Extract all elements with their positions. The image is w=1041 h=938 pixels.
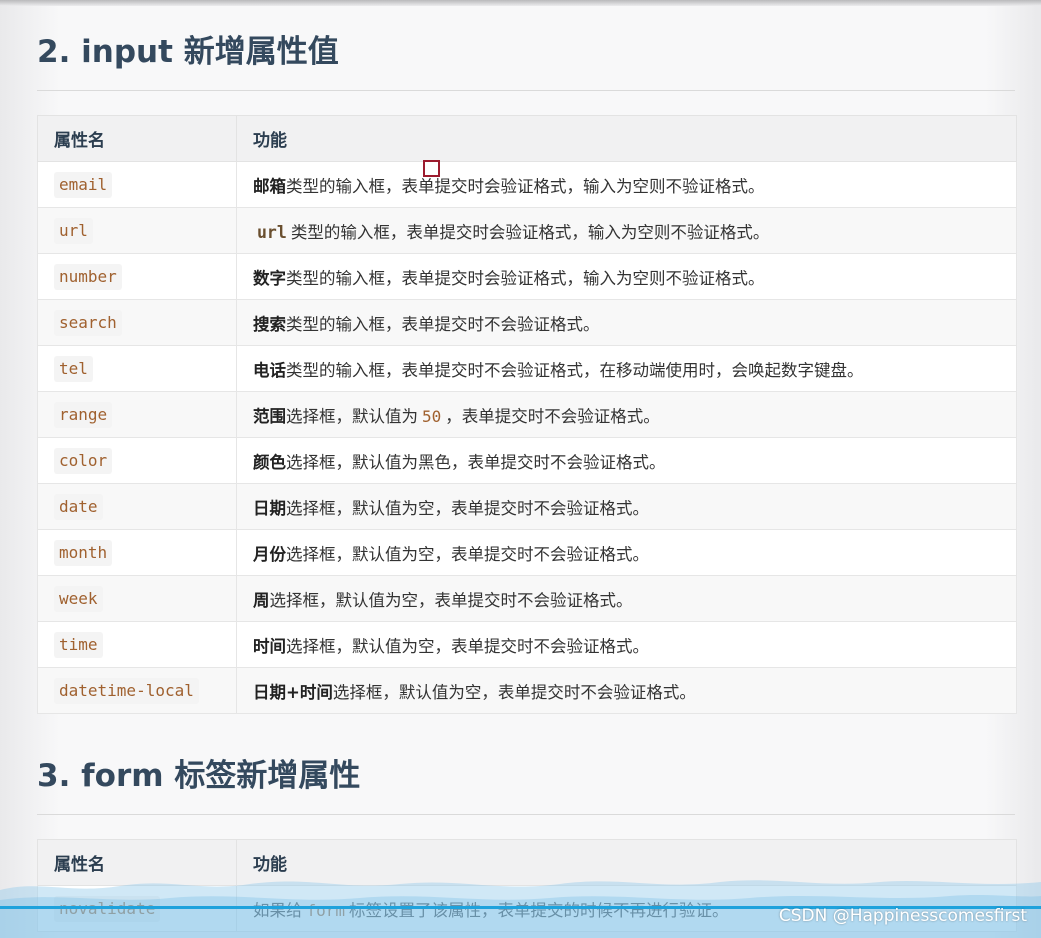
function-inline-code: form xyxy=(306,900,346,920)
attribute-name-code: novalidate xyxy=(54,895,161,922)
function-keyword: 日期+时间 xyxy=(253,682,333,702)
function-text: 选择框，默认值为空，表单提交时不会验证格式。 xyxy=(286,498,649,518)
attribute-function-cell: 周选择框，默认值为空，表单提交时不会验证格式。 xyxy=(236,575,1017,622)
attribute-name-cell: time xyxy=(37,621,237,668)
table-row: color 颜色选择框，默认值为黑色，表单提交时不会验证格式。 xyxy=(37,437,1017,484)
function-text: 类型的输入框，表单提交时会验证格式，输入为空则不验证格式。 xyxy=(286,268,765,288)
attribute-function-cell: 数字类型的输入框，表单提交时会验证格式，输入为空则不验证格式。 xyxy=(236,253,1017,300)
function-text: 选择框，默认值为空，表单提交时不会验证格式。 xyxy=(269,590,633,610)
section-3-number: 3. xyxy=(37,758,71,794)
function-text: 选择框，默认值为空，表单提交时不会验证格式。 xyxy=(286,636,649,656)
attribute-function-cell: 电话类型的输入框，表单提交时不会验证格式，在移动端使用时，会唤起数字键盘。 xyxy=(236,345,1017,392)
function-text: 类型的输入框，表单提交时不会验证格式，在移动端使用时，会唤起数字键盘。 xyxy=(286,360,864,380)
attribute-name-code: number xyxy=(54,263,122,290)
section-3-title: form 标签新增属性 xyxy=(81,758,361,794)
attribute-function-cell: 时间选择框，默认值为空，表单提交时不会验证格式。 xyxy=(236,621,1017,668)
function-keyword: 电话 xyxy=(253,360,286,380)
function-keyword: 邮箱 xyxy=(253,176,286,196)
attribute-name-cell: month xyxy=(37,529,237,576)
column-header-name: 属性名 xyxy=(37,839,237,886)
input-attributes-table: 属性名 功能 email 邮箱类型的输入框，表单提交时会验证格式，输入为空则不验证… xyxy=(37,115,1017,714)
attribute-name-cell: number xyxy=(37,253,237,300)
attribute-function-cell: 邮箱类型的输入框，表单提交时会验证格式，输入为空则不验证格式。 xyxy=(236,161,1017,208)
table-row: month 月份选择框，默认值为空，表单提交时不会验证格式。 xyxy=(37,529,1017,576)
function-keyword: 范围 xyxy=(253,406,286,426)
attribute-function-cell: 颜色选择框，默认值为黑色，表单提交时不会验证格式。 xyxy=(236,437,1017,484)
attribute-name-code: week xyxy=(54,585,103,612)
attribute-name-code: search xyxy=(54,309,122,336)
table-row: range 范围选择框，默认值为 50 ，表单提交时不会验证格式。 xyxy=(37,391,1017,438)
table-header-row: 属性名 功能 xyxy=(37,839,1017,886)
function-text: 类型的输入框，表单提交时会验证格式，输入为空则不验证格式。 xyxy=(290,222,770,242)
function-text: 选择框，默认值为黑色，表单提交时不会验证格式。 xyxy=(286,452,666,472)
section-2-title: input 新增属性值 xyxy=(81,34,339,70)
function-keyword-code: url xyxy=(257,222,287,242)
function-keyword: 日期 xyxy=(253,498,286,518)
function-keyword: 周 xyxy=(253,590,270,610)
column-header-function: 功能 xyxy=(236,115,1017,162)
attribute-name-cell: date xyxy=(37,483,237,530)
column-header-name: 属性名 xyxy=(37,115,237,162)
function-text-before: 选择框，默认值为 xyxy=(286,406,418,426)
attribute-name-code: date xyxy=(54,493,103,520)
function-text: ，表单提交时不会验证格式。 xyxy=(445,406,660,426)
table-row: week 周选择框，默认值为空，表单提交时不会验证格式。 xyxy=(37,575,1017,622)
function-text: 标签设置了该属性，表单提交的时候不再进行验证。 xyxy=(349,900,729,920)
attribute-name-cell: datetime-local xyxy=(37,667,237,714)
function-keyword: 颜色 xyxy=(253,452,286,472)
function-keyword: 月份 xyxy=(253,544,286,564)
table-row: time 时间选择框，默认值为空，表单提交时不会验证格式。 xyxy=(37,621,1017,668)
function-text: 选择框，默认值为空，表单提交时不会验证格式。 xyxy=(286,544,649,564)
attribute-function-cell: 日期选择框，默认值为空，表单提交时不会验证格式。 xyxy=(236,483,1017,530)
attribute-name-cell: url xyxy=(37,207,237,254)
section-2-divider xyxy=(37,90,1015,91)
attribute-name-code: tel xyxy=(54,355,93,382)
table-row: number 数字类型的输入框，表单提交时会验证格式，输入为空则不验证格式。 xyxy=(37,253,1017,300)
attribute-function-cell: 范围选择框，默认值为 50 ，表单提交时不会验证格式。 xyxy=(236,391,1017,438)
attribute-name-cell: novalidate xyxy=(37,885,237,932)
function-keyword: 时间 xyxy=(253,636,286,656)
table-header-row: 属性名 功能 xyxy=(37,115,1017,162)
attribute-name-code: email xyxy=(54,171,113,198)
table-row: email 邮箱类型的输入框，表单提交时会验证格式，输入为空则不验证格式。 xyxy=(37,161,1017,208)
mouse-cursor-marker xyxy=(423,160,440,177)
attribute-name-code: time xyxy=(54,631,103,658)
column-header-function: 功能 xyxy=(236,839,1017,886)
table-row: tel 电话类型的输入框，表单提交时不会验证格式，在移动端使用时，会唤起数字键盘。 xyxy=(37,345,1017,392)
csdn-watermark: CSDN @Happinesscomesfirst xyxy=(778,906,1027,926)
attribute-name-code: month xyxy=(54,539,113,566)
attribute-name-cell: tel xyxy=(37,345,237,392)
attribute-name-cell: email xyxy=(37,161,237,208)
attribute-name-code: color xyxy=(54,447,113,474)
table-row: search 搜索类型的输入框，表单提交时不会验证格式。 xyxy=(37,299,1017,346)
attribute-name-code: datetime-local xyxy=(54,677,199,704)
attribute-name-cell: range xyxy=(37,391,237,438)
table-row: url url 类型的输入框，表单提交时会验证格式，输入为空则不验证格式。 xyxy=(37,207,1017,254)
section-2-heading: 2. input 新增属性值 xyxy=(37,32,339,72)
attribute-function-cell: 月份选择框，默认值为空，表单提交时不会验证格式。 xyxy=(236,529,1017,576)
function-text-before: 如果给 xyxy=(253,900,303,920)
attribute-function-cell: 日期+时间选择框，默认值为空，表单提交时不会验证格式。 xyxy=(236,667,1017,714)
table-row: datetime-local 日期+时间选择框，默认值为空，表单提交时不会验证格式… xyxy=(37,667,1017,714)
input-attributes-body: email 邮箱类型的输入框，表单提交时会验证格式，输入为空则不验证格式。 url u… xyxy=(37,161,1017,714)
attribute-name-code: range xyxy=(54,401,113,428)
attribute-name-cell: color xyxy=(37,437,237,484)
table-row: date 日期选择框，默认值为空，表单提交时不会验证格式。 xyxy=(37,483,1017,530)
function-keyword: 搜索 xyxy=(253,314,286,334)
section-2-number: 2. xyxy=(37,34,71,70)
function-text: 选择框，默认值为空，表单提交时不会验证格式。 xyxy=(332,682,696,702)
attribute-function-cell: 搜索类型的输入框，表单提交时不会验证格式。 xyxy=(236,299,1017,346)
attribute-function-cell: url 类型的输入框，表单提交时会验证格式，输入为空则不验证格式。 xyxy=(236,207,1017,254)
section-3-heading: 3. form 标签新增属性 xyxy=(37,756,360,796)
function-inline-code: 50 xyxy=(422,406,442,426)
attribute-name-cell: week xyxy=(37,575,237,622)
function-keyword: 数字 xyxy=(253,268,286,288)
attribute-name-cell: search xyxy=(37,299,237,346)
function-text: 类型的输入框，表单提交时会验证格式，输入为空则不验证格式。 xyxy=(286,176,765,196)
attribute-name-code: url xyxy=(54,217,93,244)
section-3-divider xyxy=(37,814,1015,815)
function-text: 类型的输入框，表单提交时不会验证格式。 xyxy=(286,314,600,334)
